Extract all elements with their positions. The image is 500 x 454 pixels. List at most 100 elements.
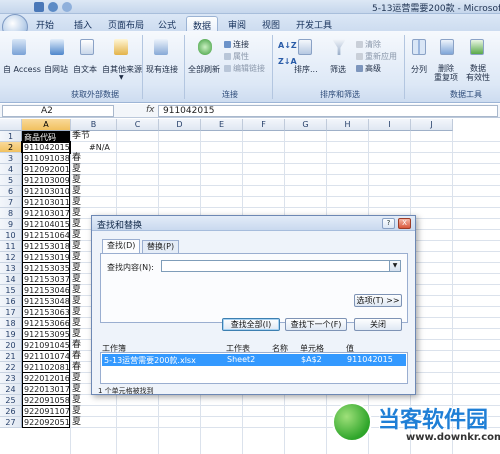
table-cell[interactable]: 912103011 (22, 197, 70, 208)
row-header[interactable]: 6 (0, 186, 22, 197)
row-header[interactable]: 15 (0, 285, 22, 296)
column-header-a[interactable]: A (22, 119, 71, 131)
table-cell[interactable]: 夏 (71, 274, 81, 285)
row-header[interactable]: 7 (0, 197, 22, 208)
table-cell[interactable]: 921091045 (22, 340, 70, 351)
column-header-i[interactable]: I (369, 119, 411, 131)
table-cell[interactable]: 夏 (71, 373, 81, 384)
table-cell[interactable]: #N/A (88, 142, 110, 153)
edit-links-button[interactable]: 编辑链接 (224, 63, 265, 74)
table-cell[interactable]: 夏 (71, 197, 81, 208)
table-cell[interactable]: 912153063 (22, 307, 70, 318)
reapply-button[interactable]: 重新应用 (356, 51, 397, 62)
table-cell[interactable]: 夏 (71, 219, 81, 230)
table-cell[interactable]: 夏 (71, 318, 81, 329)
table-cell[interactable]: 春 (71, 362, 81, 373)
column-header-j[interactable]: J (411, 119, 453, 131)
web-icon[interactable] (50, 39, 64, 55)
table-cell[interactable]: 春 (71, 351, 81, 362)
row-header[interactable]: 8 (0, 208, 22, 219)
tab-find[interactable]: 查找(D) (102, 239, 141, 254)
tab-formulas[interactable]: 公式 (152, 16, 182, 31)
table-cell[interactable]: 夏 (71, 241, 81, 252)
row-header[interactable]: 27 (0, 417, 22, 428)
row-header[interactable]: 1 (0, 131, 22, 142)
column-header-b[interactable]: B (71, 119, 117, 131)
connections-button[interactable]: 连接 (224, 39, 249, 50)
refresh-all-button[interactable]: 全部刷新 (188, 64, 220, 75)
table-cell[interactable]: 春 (71, 153, 81, 164)
help-button[interactable]: ? (382, 218, 395, 229)
existing-connections-icon[interactable] (154, 39, 168, 55)
find-next-button[interactable]: 查找下一个(F) (285, 318, 347, 331)
text-to-columns-button[interactable]: 分列 (411, 64, 427, 75)
row-header[interactable]: 16 (0, 296, 22, 307)
find-all-button[interactable]: 查找全部(I) (222, 318, 280, 331)
table-cell[interactable]: 912153037 (22, 274, 70, 285)
column-header-e[interactable]: E (201, 119, 243, 131)
table-cell[interactable]: 912153035 (22, 263, 70, 274)
find-what-input[interactable]: ▼ (161, 260, 401, 272)
refresh-icon[interactable] (198, 39, 212, 55)
table-cell[interactable]: 夏 (71, 285, 81, 296)
row-header[interactable]: 11 (0, 241, 22, 252)
row-header[interactable]: 13 (0, 263, 22, 274)
text-file-icon[interactable] (80, 39, 94, 55)
sort-button[interactable]: 排序... (294, 64, 318, 75)
existing-connections-button[interactable]: 现有连接 (146, 64, 178, 75)
row-header[interactable]: 2 (0, 142, 22, 153)
table-cell[interactable]: 夏 (71, 263, 81, 274)
tab-home[interactable]: 开始 (30, 16, 60, 31)
options-button[interactable]: 选项(T) >> (354, 294, 402, 307)
table-cell[interactable]: 夏 (71, 230, 81, 241)
table-cell[interactable]: 夏 (71, 252, 81, 263)
row-header[interactable]: 14 (0, 274, 22, 285)
table-cell[interactable]: 912153048 (22, 296, 70, 307)
row-header[interactable]: 10 (0, 230, 22, 241)
table-cell[interactable]: 夏 (71, 175, 81, 186)
row-header[interactable]: 3 (0, 153, 22, 164)
table-cell[interactable]: 912153046 (22, 285, 70, 296)
row-header[interactable]: 12 (0, 252, 22, 263)
row-header[interactable]: 21 (0, 351, 22, 362)
column-header-h[interactable]: H (327, 119, 369, 131)
row-header[interactable]: 25 (0, 395, 22, 406)
result-row[interactable]: 5-13运营需要200款.xlsx Sheet2 $A$2 911042015 (102, 354, 406, 366)
row-header[interactable]: 24 (0, 384, 22, 395)
table-cell[interactable]: 922091058 (22, 395, 70, 406)
table-cell[interactable]: 夏 (71, 307, 81, 318)
sort-icon[interactable] (298, 39, 312, 55)
row-header[interactable]: 17 (0, 307, 22, 318)
column-header-f[interactable]: F (243, 119, 285, 131)
insert-function-icon[interactable]: fx (146, 105, 155, 115)
row-header[interactable]: 26 (0, 406, 22, 417)
table-cell[interactable]: 夏 (71, 164, 81, 175)
tab-developer[interactable]: 开发工具 (290, 16, 338, 31)
close-button[interactable]: 关闭 (354, 318, 402, 331)
table-cell[interactable]: 922091107 (22, 406, 70, 417)
name-box[interactable]: A2 (2, 105, 114, 117)
advanced-button[interactable]: 高级 (356, 63, 381, 74)
row-header[interactable]: 22 (0, 362, 22, 373)
tab-page-layout[interactable]: 页面布局 (102, 16, 150, 31)
data-validation-icon[interactable] (470, 39, 484, 55)
table-cell[interactable]: 912103017 (22, 208, 70, 219)
from-access-button[interactable]: 自 Access (3, 64, 41, 75)
column-header-c[interactable]: C (117, 119, 159, 131)
table-cell[interactable]: 912092001 (22, 164, 70, 175)
row-header[interactable]: 18 (0, 318, 22, 329)
access-icon[interactable] (12, 39, 26, 55)
filter-button[interactable]: 筛选 (330, 64, 346, 75)
table-cell[interactable]: 夏 (71, 417, 81, 428)
sort-az-button[interactable]: A↓Z (278, 41, 297, 50)
header-cell[interactable]: 季节 (71, 131, 90, 142)
table-cell[interactable]: 912153019 (22, 252, 70, 263)
table-cell[interactable]: 夏 (71, 208, 81, 219)
tab-insert[interactable]: 插入 (68, 16, 98, 31)
table-cell[interactable]: 912104015 (22, 219, 70, 230)
redo-icon[interactable] (62, 2, 72, 12)
table-cell[interactable]: 922092051 (22, 417, 70, 428)
row-header[interactable]: 19 (0, 329, 22, 340)
chevron-down-icon[interactable]: ▼ (389, 261, 400, 271)
properties-button[interactable]: 属性 (224, 51, 249, 62)
